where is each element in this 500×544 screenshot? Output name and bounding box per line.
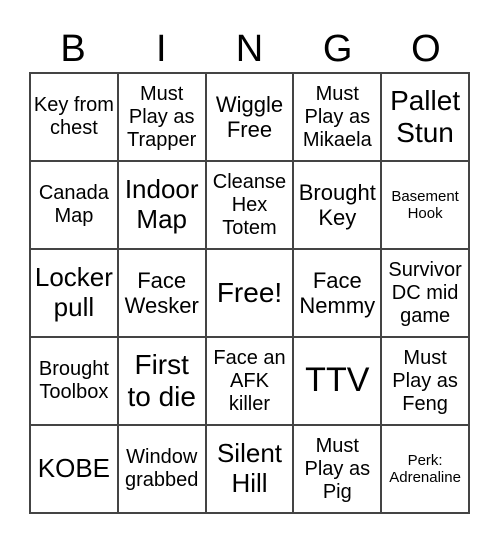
- bingo-cell[interactable]: Must Play as Trapper: [117, 73, 206, 161]
- bingo-cell[interactable]: Silent Hill: [205, 425, 294, 513]
- bingo-cell[interactable]: KOBE: [30, 425, 118, 513]
- bingo-grid: Key from chest Must Play as Trapper Wigg…: [29, 72, 470, 514]
- bingo-cell[interactable]: Brought Key: [293, 161, 382, 249]
- bingo-cell[interactable]: Canada Map: [30, 161, 118, 249]
- header-letter-n: N: [235, 28, 264, 70]
- bingo-cell[interactable]: Locker pull: [30, 249, 118, 337]
- bingo-cell[interactable]: Cleanse Hex Totem: [205, 161, 294, 249]
- bingo-cell[interactable]: Face Nemmy: [293, 249, 382, 337]
- bingo-cell[interactable]: Must Play as Mikaela: [293, 73, 382, 161]
- bingo-cell[interactable]: Survivor DC mid game: [381, 249, 469, 337]
- header-letter-o: O: [411, 28, 441, 70]
- bingo-cell[interactable]: Key from chest: [30, 73, 118, 161]
- bingo-cell[interactable]: Brought Toolbox: [30, 337, 118, 425]
- bingo-cell[interactable]: Perk: Adrenaline: [381, 425, 469, 513]
- free-space-cell[interactable]: Free!: [205, 249, 294, 337]
- bingo-cell[interactable]: Face Wesker: [117, 249, 206, 337]
- header-letter-i: I: [156, 28, 167, 70]
- bingo-cell[interactable]: Face an AFK killer: [205, 337, 294, 425]
- header-letter-b: B: [60, 28, 86, 70]
- bingo-cell[interactable]: Basement Hook: [381, 161, 469, 249]
- bingo-cell[interactable]: Must Play as Pig: [293, 425, 382, 513]
- header-letter-g: G: [322, 28, 353, 70]
- bingo-header: B I N G O: [29, 26, 470, 72]
- bingo-cell[interactable]: TTV: [293, 337, 382, 425]
- bingo-cell[interactable]: Must Play as Feng: [381, 337, 469, 425]
- bingo-cell[interactable]: Pallet Stun: [381, 73, 469, 161]
- bingo-cell[interactable]: Indoor Map: [117, 161, 206, 249]
- bingo-cell[interactable]: Wiggle Free: [205, 73, 294, 161]
- bingo-cell[interactable]: First to die: [117, 337, 206, 425]
- bingo-cell[interactable]: Window grabbed: [117, 425, 206, 513]
